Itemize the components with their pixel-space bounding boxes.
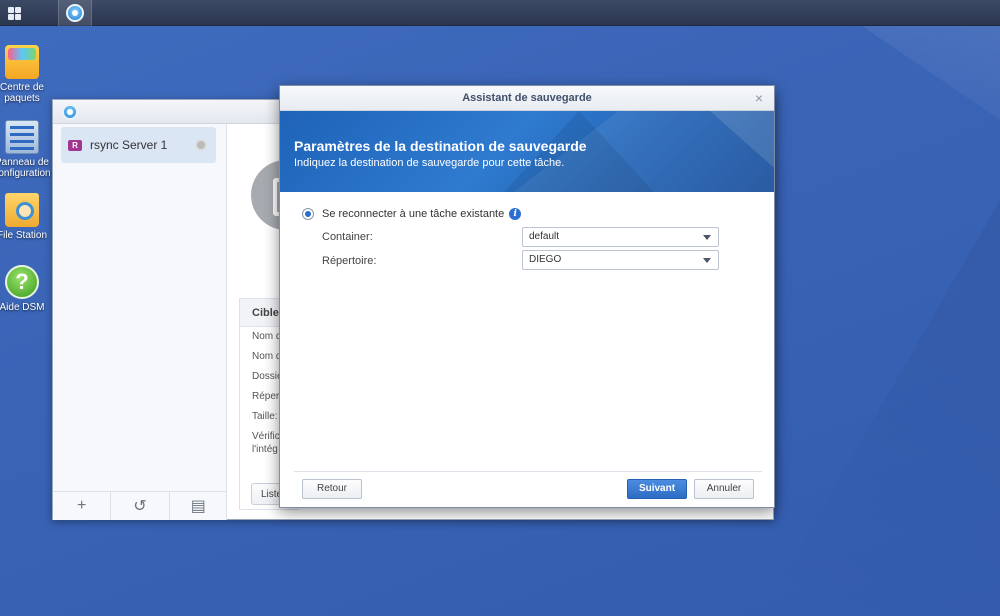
apps-grid-icon bbox=[7, 6, 21, 20]
help-icon: ? bbox=[5, 265, 39, 299]
rsync-icon: R bbox=[68, 139, 82, 151]
container-value: default bbox=[529, 231, 560, 242]
file-station-icon bbox=[5, 193, 39, 227]
taskbar-app-hyper-backup[interactable] bbox=[58, 0, 92, 26]
banner-title: Paramètres de la destination de sauvegar… bbox=[294, 138, 587, 154]
desktop-icon-label: Aide DSM bbox=[0, 302, 45, 313]
status-icon bbox=[195, 139, 207, 151]
dialog-footer: Retour Suivant Annuler bbox=[294, 471, 762, 507]
history-icon: ↺ bbox=[133, 498, 147, 515]
chevron-down-icon bbox=[703, 235, 711, 240]
desktop-icon-file-station[interactable]: File Station bbox=[0, 193, 52, 241]
dialog-titlebar[interactable]: Assistant de sauvegarde × bbox=[280, 86, 774, 111]
sidebar-item-label: rsync Server 1 bbox=[90, 138, 168, 152]
desktop-icon-package-center[interactable]: Centre de paquets bbox=[0, 45, 52, 104]
restore-button[interactable]: ↺ bbox=[111, 492, 170, 520]
desktop-icon-control-panel[interactable]: Panneau de configuration bbox=[0, 120, 52, 179]
add-task-button[interactable]: + bbox=[53, 492, 112, 520]
desktop-icon-label: Centre de paquets bbox=[0, 82, 44, 104]
wallpaper-facet bbox=[760, 200, 1000, 616]
desktop-icon-label: Panneau de configuration bbox=[0, 157, 51, 179]
log-button[interactable]: ▤ bbox=[170, 492, 227, 520]
back-button[interactable]: Retour bbox=[302, 479, 362, 499]
backup-wizard-dialog: Assistant de sauvegarde × Paramètres de … bbox=[279, 85, 775, 508]
hyper-backup-icon bbox=[62, 104, 78, 120]
control-panel-icon bbox=[5, 120, 39, 154]
desktop-icon-label: File Station bbox=[0, 230, 48, 241]
directory-select[interactable]: DIEGO bbox=[522, 250, 719, 270]
reconnect-label: Se reconnecter à une tâche existante bbox=[322, 208, 505, 220]
dialog-body: Se reconnecter à une tâche existante i C… bbox=[280, 192, 774, 472]
plus-icon: + bbox=[76, 497, 87, 514]
reconnect-option[interactable]: Se reconnecter à une tâche existante i bbox=[302, 208, 522, 220]
hyper-backup-icon bbox=[66, 4, 84, 22]
container-select[interactable]: default bbox=[522, 227, 719, 247]
container-label: Container: bbox=[322, 231, 373, 243]
reconnect-radio[interactable] bbox=[302, 208, 314, 220]
sidebar-toolbar: + ↺ ▤ bbox=[53, 491, 227, 520]
info-icon[interactable]: i bbox=[509, 208, 522, 220]
wizard-banner: Paramètres de la destination de sauvegar… bbox=[280, 111, 774, 192]
directory-label: Répertoire: bbox=[322, 255, 377, 267]
main-menu-button[interactable] bbox=[0, 0, 28, 26]
next-button[interactable]: Suivant bbox=[627, 479, 687, 499]
package-center-icon bbox=[5, 45, 39, 79]
close-icon[interactable]: × bbox=[755, 86, 763, 110]
banner-subtitle: Indiquez la destination de sauvegarde po… bbox=[294, 157, 565, 169]
desktop-icon-help[interactable]: ? Aide DSM bbox=[0, 265, 52, 313]
directory-value: DIEGO bbox=[529, 254, 562, 265]
chevron-down-icon bbox=[703, 258, 711, 263]
cancel-button[interactable]: Annuler bbox=[694, 479, 754, 499]
document-icon: ▤ bbox=[190, 498, 206, 515]
task-sidebar: R rsync Server 1 + ↺ ▤ bbox=[53, 124, 227, 520]
sidebar-item-rsync-server[interactable]: R rsync Server 1 bbox=[61, 127, 216, 163]
dialog-title: Assistant de sauvegarde bbox=[462, 92, 592, 104]
taskbar bbox=[0, 0, 1000, 26]
